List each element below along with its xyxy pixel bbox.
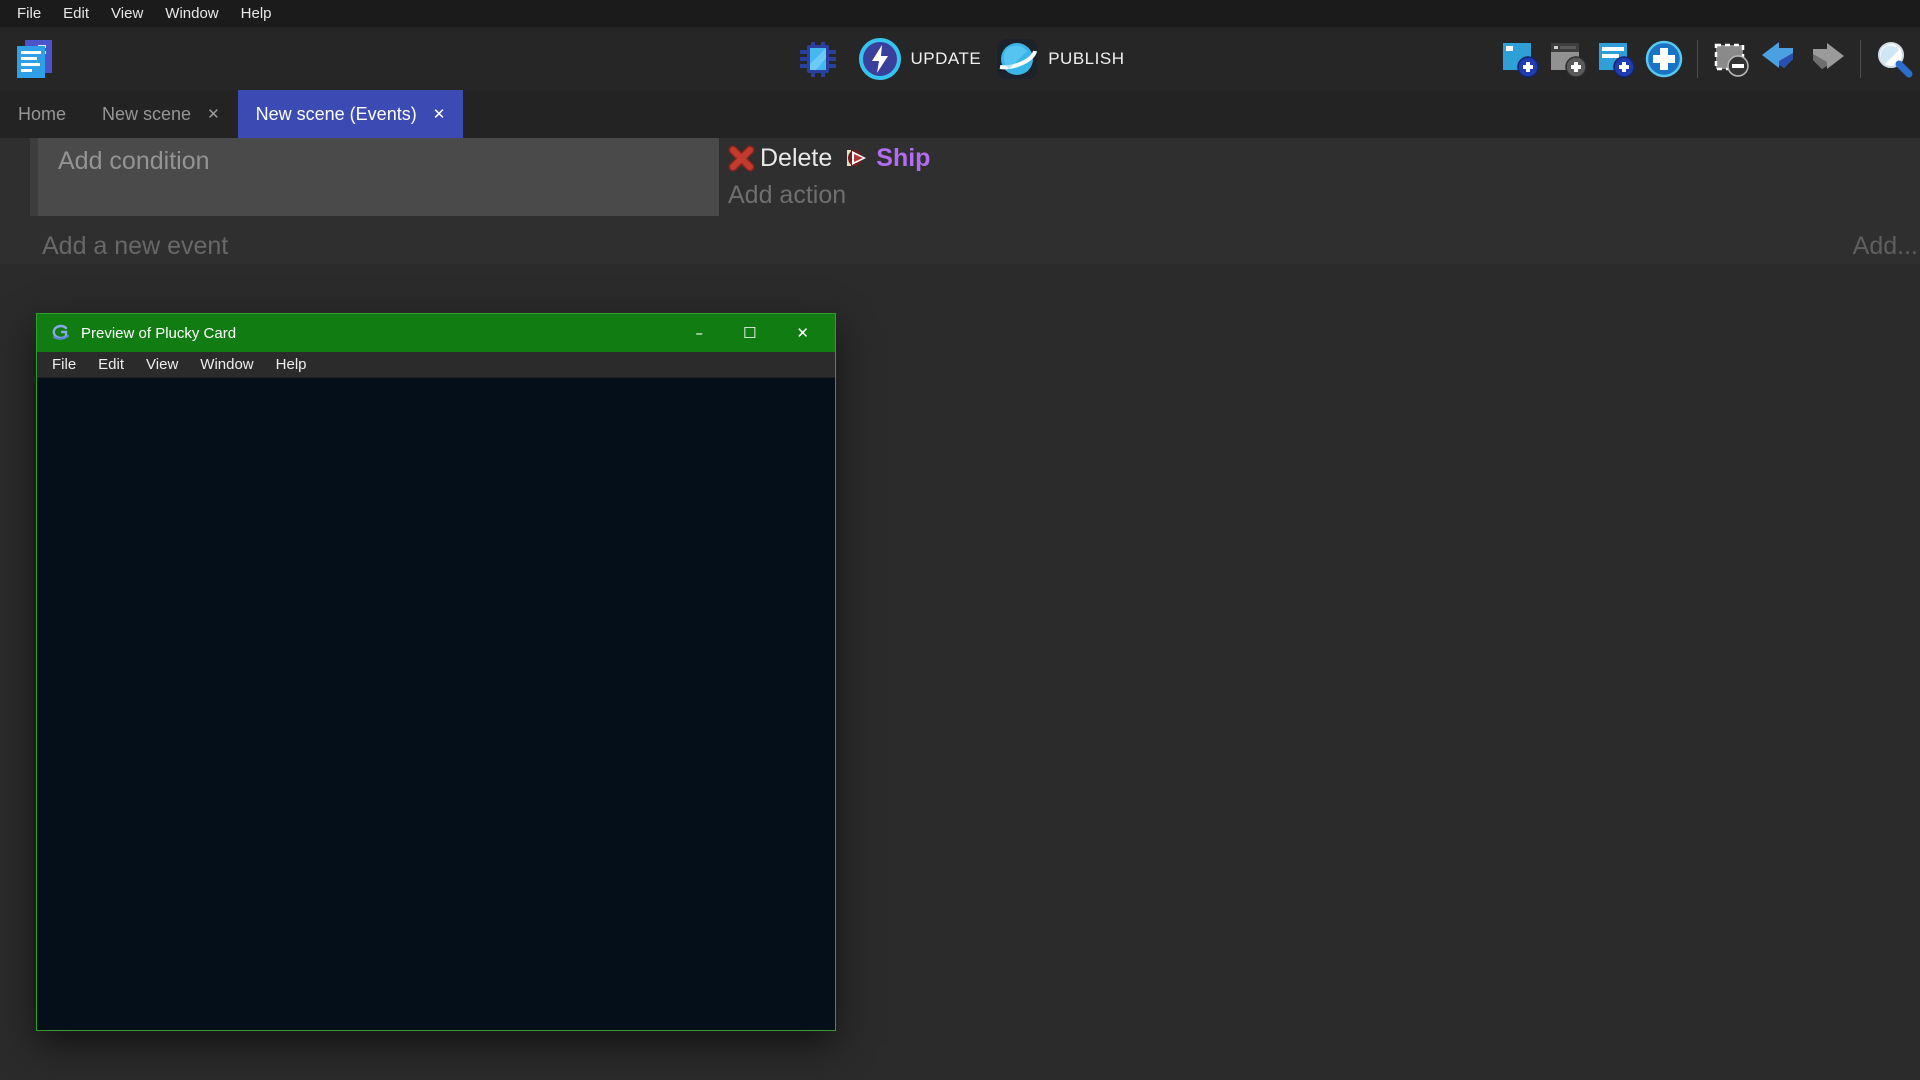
preview-menu-help[interactable]: Help bbox=[265, 352, 318, 378]
add-new-event-placeholder[interactable]: Add a new event bbox=[42, 232, 228, 261]
update-label: UPDATE bbox=[911, 49, 982, 69]
tab-label: Home bbox=[18, 104, 66, 125]
search-icon[interactable] bbox=[1874, 39, 1914, 79]
actions-column[interactable]: Delete Ship Add action bbox=[719, 138, 1920, 216]
undo-icon[interactable] bbox=[1759, 39, 1799, 79]
preview-titlebar[interactable]: Preview of Plucky Card – ☐ ✕ bbox=[37, 314, 835, 352]
menu-window[interactable]: Window bbox=[154, 0, 229, 27]
update-icon bbox=[858, 37, 902, 81]
publish-button[interactable]: PUBLISH bbox=[995, 37, 1124, 81]
tab-close-icon[interactable]: ✕ bbox=[207, 105, 220, 123]
choose-event-icon[interactable] bbox=[1644, 39, 1684, 79]
main-toolbar: UPDATE PUBLISH bbox=[0, 27, 1920, 90]
ship-icon bbox=[845, 146, 869, 170]
preview-menu-edit[interactable]: Edit bbox=[87, 352, 135, 378]
preview-menu-window[interactable]: Window bbox=[189, 352, 264, 378]
events-sheet: Add condition Delete bbox=[0, 138, 1920, 264]
update-button[interactable]: UPDATE bbox=[858, 37, 982, 81]
tab-label: New scene (Events) bbox=[256, 104, 417, 125]
preview-menubar: File Edit View Window Help bbox=[37, 352, 835, 378]
menu-file[interactable]: File bbox=[6, 0, 52, 27]
app-menubar: File Edit View Window Help bbox=[0, 0, 1920, 27]
tab-close-icon[interactable]: ✕ bbox=[433, 105, 446, 123]
add-comment-icon[interactable] bbox=[1596, 39, 1636, 79]
toolbar-separator bbox=[1860, 40, 1861, 78]
action-object-name: Ship bbox=[876, 144, 930, 173]
menu-help[interactable]: Help bbox=[230, 0, 283, 27]
add-event-row: Add a new event Add... bbox=[0, 216, 1920, 261]
publish-label: PUBLISH bbox=[1048, 49, 1124, 69]
close-button[interactable]: ✕ bbox=[796, 314, 809, 352]
add-condition-placeholder[interactable]: Add condition bbox=[58, 147, 210, 175]
tab-new-scene[interactable]: New scene ✕ bbox=[84, 90, 238, 138]
game-canvas[interactable] bbox=[37, 378, 835, 1029]
action-item[interactable]: Delete Ship bbox=[728, 138, 1920, 178]
tab-bar: Home New scene ✕ New scene (Events) ✕ bbox=[0, 90, 1920, 138]
add-more-button[interactable]: Add... bbox=[1853, 232, 1918, 261]
preview-menu-view[interactable]: View bbox=[135, 352, 189, 378]
menu-edit[interactable]: Edit bbox=[52, 0, 100, 27]
publish-icon bbox=[995, 37, 1039, 81]
maximize-button[interactable]: ☐ bbox=[743, 314, 756, 352]
conditions-column[interactable]: Add condition bbox=[38, 138, 719, 216]
event-row: Add condition Delete bbox=[30, 138, 1920, 216]
add-subevent-icon[interactable] bbox=[1548, 39, 1588, 79]
preview-menu-file[interactable]: File bbox=[41, 352, 87, 378]
delete-x-icon bbox=[728, 145, 755, 172]
tab-label: New scene bbox=[102, 104, 191, 125]
debug-icon[interactable] bbox=[796, 37, 840, 81]
add-event-icon[interactable] bbox=[1500, 39, 1540, 79]
toolbar-separator bbox=[1697, 40, 1698, 78]
add-action-placeholder[interactable]: Add action bbox=[728, 178, 1920, 212]
event-drag-handle[interactable] bbox=[30, 138, 38, 216]
preview-window: Preview of Plucky Card – ☐ ✕ File Edit V… bbox=[36, 313, 836, 1031]
action-verb: Delete bbox=[760, 144, 832, 173]
preview-window-title: Preview of Plucky Card bbox=[81, 325, 695, 342]
menu-view[interactable]: View bbox=[100, 0, 154, 27]
tab-home[interactable]: Home bbox=[0, 90, 84, 138]
redo-icon[interactable] bbox=[1807, 39, 1847, 79]
minimize-button[interactable]: – bbox=[695, 314, 703, 352]
remove-selection-icon[interactable] bbox=[1711, 39, 1751, 79]
tab-new-scene-events[interactable]: New scene (Events) ✕ bbox=[238, 90, 464, 138]
gdevelop-logo-icon bbox=[51, 323, 71, 343]
